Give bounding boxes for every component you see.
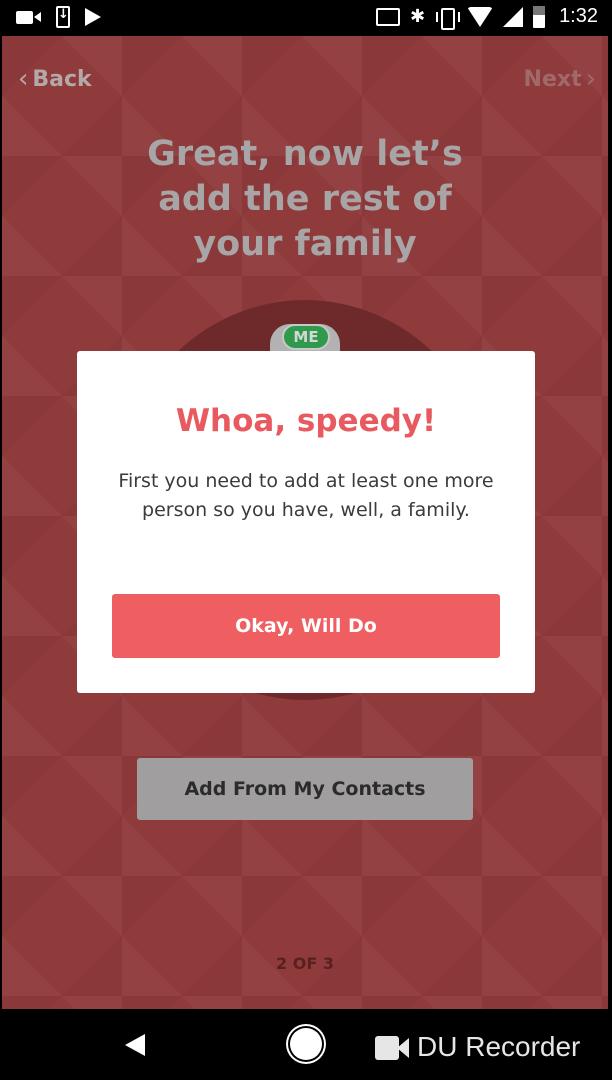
step-indicator: 2 OF 3 — [276, 954, 334, 973]
navigation-bar: DU Recorder — [0, 1009, 612, 1080]
video-camera-icon — [16, 8, 42, 26]
watermark-text: DU Recorder — [417, 1031, 581, 1062]
vibrate-icon — [435, 7, 461, 30]
chevron-left-icon: ‹ — [18, 64, 29, 94]
page-title: Great, now let’s add the rest of your fa… — [2, 132, 608, 267]
signal-icon — [503, 6, 524, 27]
alert-dialog: Whoa, speedy! First you need to add at l… — [77, 351, 535, 693]
recorder-camera-icon — [375, 1034, 409, 1060]
battery-icon — [533, 5, 546, 28]
headline-line: Great, now let’s — [147, 134, 463, 174]
next-button[interactable]: Next › — [524, 66, 596, 92]
dialog-message: First you need to add at least one more … — [118, 470, 494, 521]
dialog-title: Whoa, speedy! — [175, 403, 437, 439]
download-icon — [56, 6, 70, 28]
headline-line: add the rest of — [158, 179, 452, 219]
status-bar: ✱ 1:32 — [0, 0, 612, 36]
du-recorder-watermark: DU Recorder — [375, 1031, 580, 1063]
bluetooth-icon: ✱ — [409, 5, 426, 27]
cast-icon — [375, 7, 400, 26]
wifi-icon — [467, 6, 494, 27]
next-label: Next — [523, 66, 582, 92]
headline-line: your family — [193, 224, 417, 264]
back-label: Back — [32, 66, 92, 92]
home-icon[interactable] — [290, 1028, 322, 1060]
me-badge: ME — [282, 324, 330, 350]
clock: 1:32 — [559, 5, 598, 27]
add-from-contacts-button[interactable]: Add From My Contacts — [137, 758, 473, 820]
back-icon[interactable] — [125, 1034, 145, 1056]
play-store-icon — [84, 7, 104, 27]
okay-button[interactable]: Okay, Will Do — [112, 594, 500, 658]
chevron-right-icon: › — [585, 64, 596, 94]
back-button[interactable]: ‹ Back — [18, 66, 92, 92]
